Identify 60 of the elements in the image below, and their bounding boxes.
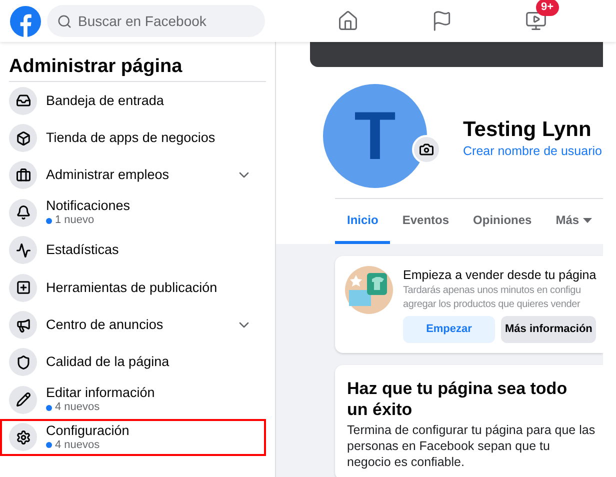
inbox-icon — [16, 93, 30, 108]
notification-badge: 9+ — [536, 0, 559, 16]
sidebar-item[interactable]: Editar información 4 nuevos — [0, 381, 266, 419]
item-subtitle: 1 nuevo — [55, 214, 94, 228]
megaphone-icon — [16, 318, 30, 333]
card-text: Termina de configurar tu página para que las personas en Facebook sepan que tu negocio es confiable. — [347, 422, 596, 470]
flag-icon[interactable] — [431, 10, 453, 32]
sidebar-item[interactable]: Administrar empleos — [0, 156, 266, 194]
cube-icon — [16, 130, 30, 146]
item-label: Tienda de apps de negocios — [46, 130, 216, 146]
caret-icon — [583, 218, 592, 222]
profile-tab[interactable]: Opiniones — [461, 199, 544, 244]
sidebar-item[interactable]: Herramientas de publicación — [0, 268, 266, 306]
item-label: Bandeja de entrada — [46, 92, 165, 109]
page-name: Testing Lynn — [463, 117, 592, 143]
sidebar-item[interactable]: Estadísticas — [0, 232, 266, 269]
more-info-button[interactable]: Más información — [501, 316, 596, 343]
card-title: Empieza a vender desde tu página — [403, 267, 596, 284]
item-label: Calidad de la página — [46, 354, 170, 370]
profile-avatar: T — [323, 84, 427, 188]
item-subtitle: 4 nuevos — [55, 438, 100, 452]
camera-button[interactable] — [412, 135, 441, 164]
item-label: Administrar empleos — [46, 167, 170, 184]
search-bar[interactable]: Buscar en Facebook — [47, 5, 265, 37]
profile-tab[interactable]: Eventos — [390, 199, 462, 244]
plus-square-icon — [16, 280, 30, 296]
item-label: Herramientas de publicación — [46, 280, 218, 296]
camera-icon — [419, 142, 434, 157]
card-description: Tardarás apenas unos minutos en configu — [403, 284, 582, 298]
profile-tab[interactable]: Más — [544, 199, 603, 244]
sidebar-item[interactable]: Notificaciones 1 nuevo — [0, 194, 266, 232]
sidebar-item[interactable]: Calidad de la página — [0, 344, 266, 382]
bell-icon — [16, 205, 30, 220]
line-chart-icon — [16, 242, 30, 258]
briefcase-icon — [16, 168, 30, 183]
item-subtitle: 4 nuevos — [55, 401, 100, 414]
card-heading: Haz que tu página sea todo un éxito — [347, 378, 568, 420]
card-description: agregar los productos que quieres vender — [403, 298, 582, 312]
settings-icon — [16, 430, 30, 445]
search-icon — [57, 14, 72, 28]
sidebar-item[interactable]: Tienda de apps de negocios — [0, 119, 266, 157]
sidebar-item[interactable]: Centro de anuncios — [0, 306, 266, 344]
logo-icon[interactable] — [10, 6, 41, 36]
sidebar-title: Administrar página — [9, 57, 182, 76]
item-label: Configuración — [46, 422, 130, 439]
pencil-icon — [16, 392, 30, 408]
start-button[interactable]: Empezar — [403, 316, 495, 343]
item-label: Centro de anuncios — [46, 317, 164, 334]
item-label: Estadísticas — [46, 242, 120, 258]
home-icon[interactable] — [337, 10, 359, 32]
search-field[interactable]: Buscar en Facebook — [78, 10, 248, 32]
shield-icon — [16, 354, 30, 370]
sidebar-item[interactable]: Configuración 4 nuevos — [0, 418, 266, 456]
sidebar-item[interactable]: Bandeja de entrada — [0, 82, 266, 120]
video-screen-icon[interactable] — [525, 10, 547, 32]
create-username-link[interactable]: Crear nombre de usuario — [463, 143, 602, 159]
item-label: Notificaciones — [46, 198, 132, 214]
shop-items-icon — [345, 266, 393, 314]
item-label: Editar información — [46, 385, 156, 402]
profile-tab[interactable]: Inicio — [335, 199, 390, 244]
